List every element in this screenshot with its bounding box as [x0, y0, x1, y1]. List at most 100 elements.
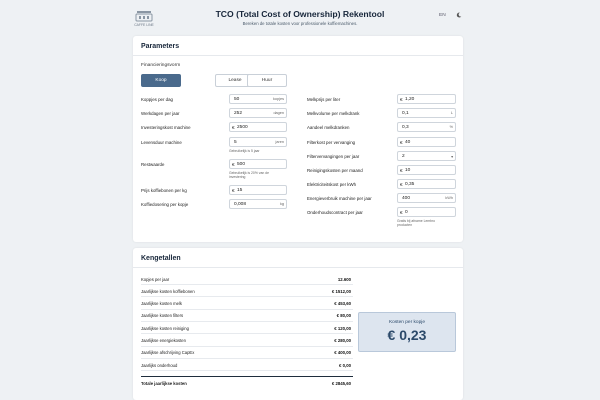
field-label: Filtervervangingen per jaar	[307, 154, 360, 159]
input-value: 2500	[237, 124, 248, 130]
param-input[interactable]: 0,008 kg	[229, 199, 287, 209]
field-label: Filterkost per vervanging	[307, 140, 356, 145]
kpi-row: Jaarlijkse kosten reiniging € 120,00	[141, 322, 353, 335]
kpi-title: Kengetallen	[141, 255, 181, 262]
input-value: 252	[234, 110, 243, 116]
financing-label: Financieringsvorm	[141, 63, 181, 68]
euro-prefix: €	[232, 187, 235, 193]
field-label: Aandeel melkdranken	[307, 125, 350, 130]
input-value: 15	[237, 187, 243, 193]
euro-prefix: €	[232, 161, 235, 167]
parameters-card: Parameters Financieringsvorm Koop Lease …	[133, 36, 463, 242]
kpi-value: € 280,00	[334, 338, 351, 343]
param-input[interactable]: 400 kWh	[397, 193, 456, 203]
euro-prefix: €	[400, 167, 403, 173]
input-value: 40	[405, 139, 411, 145]
input-value: 2	[402, 153, 405, 159]
language-toggle[interactable]: EN	[439, 13, 446, 18]
kpi-row: Jaarlijkse kosten koffiebonen € 1512,00	[141, 285, 353, 298]
field-label: Melkprijs per liter	[307, 97, 341, 102]
financing-huur-button[interactable]: Huur	[247, 74, 287, 87]
cost-per-cup-label: Kosten per kopje	[388, 320, 425, 325]
kpi-total-value: € 2845,60	[331, 380, 351, 386]
param-input[interactable]: €1,20	[397, 94, 456, 104]
euro-prefix: €	[400, 181, 403, 187]
cost-per-cup-box: Kosten per kopje € 0,23	[358, 312, 456, 352]
kpi-value: € 80,00	[336, 313, 351, 319]
field-label: Investeringskost machine	[141, 125, 191, 130]
euro-prefix: €	[400, 209, 403, 215]
kpi-card: Kengetallen Kopjes per jaar 12.600 Jaarlij…	[133, 248, 463, 400]
kpi-label: Jaarlijkse kosten melk	[141, 301, 182, 307]
param-input[interactable]: 5 jaren	[229, 137, 287, 147]
input-value: 50	[234, 96, 240, 102]
euro-prefix: €	[400, 96, 403, 102]
kpi-row: Jaarlijkse afschrijving CapEx € 400,00	[141, 347, 353, 359]
kpi-row: Jaarlijkse kosten melk € 453,60	[141, 298, 353, 310]
kpi-label: Jaarlijkse kosten filters	[141, 313, 184, 319]
kpi-value: 12.600	[337, 276, 351, 282]
param-input[interactable]: €2500	[229, 122, 287, 132]
field-label: Koppjes per dag	[141, 97, 173, 102]
field-label: Restwaarde	[141, 162, 165, 167]
field-label: Onderhoudscontract per jaar	[307, 210, 363, 215]
param-input[interactable]: €10	[397, 165, 456, 175]
input-value: 5	[234, 139, 237, 145]
kpi-total-label: Totale jaarlijkse kosten	[141, 380, 187, 386]
page-subtitle: Bereken de totale kosten voor profession…	[242, 21, 358, 26]
kpi-label: Jaarlijkse energiekosten	[141, 338, 186, 343]
param-input[interactable]: 0,1 L	[397, 108, 456, 118]
cost-per-cup-value: € 0,23	[387, 327, 427, 343]
field-label: Werkdagen per jaar	[141, 111, 180, 116]
kpi-label: Jaarlijkse kosten reiniging	[141, 325, 189, 331]
param-input[interactable]: €500	[229, 159, 287, 169]
input-value: 0,1	[402, 110, 409, 116]
param-input[interactable]: 2 ▾	[397, 151, 456, 161]
unit-suffix: dagen	[273, 111, 284, 115]
unit-suffix: kWh	[445, 196, 453, 200]
kpi-total-row: Totale jaarlijkse kosten € 2845,60	[141, 376, 353, 388]
field-help: Gebruikelijk is 20% van de investering	[229, 171, 269, 180]
field-label: Levensduur machine	[141, 140, 182, 145]
input-value: 0,3	[402, 124, 409, 130]
param-input[interactable]: 0,3%	[397, 122, 456, 132]
param-input[interactable]: 50 kopjes	[229, 94, 287, 104]
field-help: Gebruikelijk is 5 jaar	[229, 149, 260, 153]
param-input[interactable]: 252 dagen	[229, 108, 287, 118]
param-input[interactable]: €0	[397, 207, 456, 217]
param-input[interactable]: €40	[397, 137, 456, 147]
input-value: 400	[402, 195, 411, 201]
field-label: Reinigingskosten per maand	[307, 168, 363, 173]
unit-suffix: L	[450, 111, 453, 115]
moon-icon[interactable]	[456, 12, 462, 18]
field-label: Melkvolume per melkdrank	[307, 111, 360, 116]
divider	[133, 267, 463, 268]
unit-suffix: %	[449, 125, 453, 129]
kpi-label: Jaarlijks onderhoud	[141, 362, 178, 368]
kpi-row: Jaarlijks onderhoud € 0,00	[141, 359, 353, 372]
kpi-label: Jaarlijkse afschrijving CapEx	[141, 350, 195, 356]
euro-prefix: €	[232, 124, 235, 130]
unit-suffix: jaren	[275, 140, 284, 144]
financing-koop-button[interactable]: Koop	[141, 74, 181, 87]
unit-suffix: kg	[279, 202, 284, 206]
kpi-row: Jaarlijkse kosten filters € 80,00	[141, 310, 353, 322]
input-value: 0,35	[405, 181, 415, 187]
kpi-value: € 400,00	[334, 350, 351, 356]
input-value: 1,20	[405, 96, 415, 102]
input-value: 0,008	[234, 201, 247, 207]
unit-suffix: ▾	[451, 155, 453, 159]
kpi-value: € 1512,00	[331, 288, 351, 294]
input-value: 10	[405, 167, 411, 173]
parameters-title: Parameters	[141, 43, 180, 50]
kpi-value: € 0,00	[339, 362, 351, 368]
param-input[interactable]: €15	[229, 185, 287, 195]
field-label: Koffiedosering per kopje	[141, 202, 189, 207]
app-header: CAFFE LINE TCO (Total Cost of Ownership)…	[0, 0, 600, 36]
field-label: Elektriciteitskost per kWh	[307, 182, 357, 187]
unit-suffix: kopjes	[273, 97, 284, 101]
page-title: TCO (Total Cost of Ownership) Rekentool	[215, 9, 385, 19]
param-input[interactable]: €0,35	[397, 179, 456, 189]
field-label: Energieverbruik machine per jaar	[307, 196, 372, 201]
euro-prefix: €	[400, 139, 403, 145]
